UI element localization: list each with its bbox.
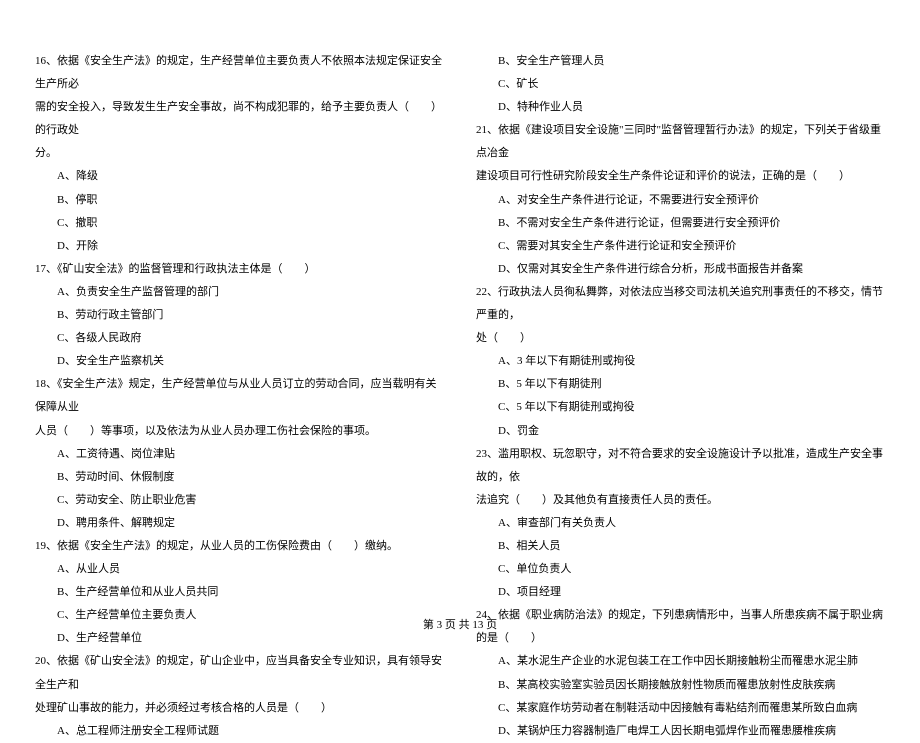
q18-line1: 18、《安全生产法》规定，生产经营单位与从业人员订立的劳动合同，应当载明有关保障… bbox=[35, 373, 444, 419]
q19-option-a: A、从业人员 bbox=[35, 558, 444, 581]
q23-line1: 23、滥用职权、玩忽职守，对不符合要求的安全设施设计予以批准，造成生产安全事故的… bbox=[476, 443, 885, 489]
q20-option-c: C、矿长 bbox=[476, 73, 885, 96]
q23-option-a: A、审查部门有关负责人 bbox=[476, 512, 885, 535]
right-column: B、安全生产管理人员 C、矿长 D、特种作业人员 21、依据《建设项目安全设施"… bbox=[476, 50, 885, 600]
q20-option-a: A、总工程师注册安全工程师试题 bbox=[35, 720, 444, 743]
q17-option-d: D、安全生产监察机关 bbox=[35, 350, 444, 373]
q20-line2: 处理矿山事故的能力，并必须经过考核合格的人员是（ ） bbox=[35, 697, 444, 720]
q21-line2: 建设项目可行性研究阶段安全生产条件论证和评价的说法，正确的是（ ） bbox=[476, 165, 885, 188]
q24-option-a: A、某水泥生产企业的水泥包装工在工作中因长期接触粉尘而罹患水泥尘肺 bbox=[476, 650, 885, 673]
q18-option-d: D、聘用条件、解聘规定 bbox=[35, 512, 444, 535]
q23-option-d: D、项目经理 bbox=[476, 581, 885, 604]
q16-option-a: A、降级 bbox=[35, 165, 444, 188]
q18-option-c: C、劳动安全、防止职业危害 bbox=[35, 489, 444, 512]
q18-line2: 人员（ ）等事项，以及依法为从业人员办理工伤社会保险的事项。 bbox=[35, 420, 444, 443]
question-16: 16、依据《安全生产法》的规定，生产经营单位主要负责人不依照本法规定保证安全生产… bbox=[35, 50, 444, 258]
q16-line1: 16、依据《安全生产法》的规定，生产经营单位主要负责人不依照本法规定保证安全生产… bbox=[35, 50, 444, 96]
q19-option-b: B、生产经营单位和从业人员共同 bbox=[35, 581, 444, 604]
q23-line2: 法追究（ ）及其他负有直接责任人员的责任。 bbox=[476, 489, 885, 512]
q22-line2: 处（ ） bbox=[476, 327, 885, 350]
question-17: 17、《矿山安全法》的监督管理和行政执法主体是（ ） A、负责安全生产监督管理的… bbox=[35, 258, 444, 373]
page-footer: 第 3 页 共 13 页 bbox=[0, 616, 920, 632]
left-column: 16、依据《安全生产法》的规定，生产经营单位主要负责人不依照本法规定保证安全生产… bbox=[35, 50, 444, 600]
q21-option-a: A、对安全生产条件进行论证，不需要进行安全预评价 bbox=[476, 189, 885, 212]
q20-line1: 20、依据《矿山安全法》的规定，矿山企业中，应当具备安全专业知识，具有领导安全生… bbox=[35, 650, 444, 696]
q17-option-c: C、各级人民政府 bbox=[35, 327, 444, 350]
q20-option-d: D、特种作业人员 bbox=[476, 96, 885, 119]
q19-line1: 19、依据《安全生产法》的规定，从业人员的工伤保险费由（ ）缴纳。 bbox=[35, 535, 444, 558]
q23-option-c: C、单位负责人 bbox=[476, 558, 885, 581]
q18-option-a: A、工资待遇、岗位津贴 bbox=[35, 443, 444, 466]
question-18: 18、《安全生产法》规定，生产经营单位与从业人员订立的劳动合同，应当载明有关保障… bbox=[35, 373, 444, 535]
content-columns: 16、依据《安全生产法》的规定，生产经营单位主要负责人不依照本法规定保证安全生产… bbox=[35, 50, 885, 600]
q21-line1: 21、依据《建设项目安全设施"三同时"监督管理暂行办法》的规定，下列关于省级重点… bbox=[476, 119, 885, 165]
q16-option-d: D、开除 bbox=[35, 235, 444, 258]
q22-option-a: A、3 年以下有期徒刑或拘役 bbox=[476, 350, 885, 373]
q17-option-b: B、劳动行政主管部门 bbox=[35, 304, 444, 327]
q16-option-c: C、撤职 bbox=[35, 212, 444, 235]
q17-line1: 17、《矿山安全法》的监督管理和行政执法主体是（ ） bbox=[35, 258, 444, 281]
q20-option-b: B、安全生产管理人员 bbox=[476, 50, 885, 73]
q23-option-b: B、相关人员 bbox=[476, 535, 885, 558]
question-21: 21、依据《建设项目安全设施"三同时"监督管理暂行办法》的规定，下列关于省级重点… bbox=[476, 119, 885, 281]
q17-option-a: A、负责安全生产监督管理的部门 bbox=[35, 281, 444, 304]
q16-option-b: B、停职 bbox=[35, 189, 444, 212]
q22-option-d: D、罚金 bbox=[476, 420, 885, 443]
question-20-continued: B、安全生产管理人员 C、矿长 D、特种作业人员 bbox=[476, 50, 885, 119]
q21-option-b: B、不需对安全生产条件进行论证，但需要进行安全预评价 bbox=[476, 212, 885, 235]
q21-option-d: D、仅需对其安全生产条件进行综合分析，形成书面报告并备案 bbox=[476, 258, 885, 281]
question-19: 19、依据《安全生产法》的规定，从业人员的工伤保险费由（ ）缴纳。 A、从业人员… bbox=[35, 535, 444, 650]
q24-option-d: D、某锅炉压力容器制造厂电焊工人因长期电弧焊作业而罹患腰椎疾病 bbox=[476, 720, 885, 743]
q24-option-c: C、某家庭作坊劳动者在制鞋活动中因接触有毒粘结剂而罹患某所致白血病 bbox=[476, 697, 885, 720]
question-20: 20、依据《矿山安全法》的规定，矿山企业中，应当具备安全专业知识，具有领导安全生… bbox=[35, 650, 444, 742]
q16-line3: 分。 bbox=[35, 142, 444, 165]
q16-line2: 需的安全投入，导致发生生产安全事故，尚不构成犯罪的，给予主要负责人（ ）的行政处 bbox=[35, 96, 444, 142]
question-22: 22、行政执法人员徇私舞弊，对依法应当移交司法机关追究刑事责任的不移交，情节严重… bbox=[476, 281, 885, 443]
q22-option-b: B、5 年以下有期徒刑 bbox=[476, 373, 885, 396]
q24-option-b: B、某高校实验室实验员因长期接触放射性物质而罹患放射性皮肤疾病 bbox=[476, 674, 885, 697]
q18-option-b: B、劳动时间、休假制度 bbox=[35, 466, 444, 489]
q21-option-c: C、需要对其安全生产条件进行论证和安全预评价 bbox=[476, 235, 885, 258]
q22-option-c: C、5 年以下有期徒刑或拘役 bbox=[476, 396, 885, 419]
question-23: 23、滥用职权、玩忽职守，对不符合要求的安全设施设计予以批准，造成生产安全事故的… bbox=[476, 443, 885, 605]
q22-line1: 22、行政执法人员徇私舞弊，对依法应当移交司法机关追究刑事责任的不移交，情节严重… bbox=[476, 281, 885, 327]
